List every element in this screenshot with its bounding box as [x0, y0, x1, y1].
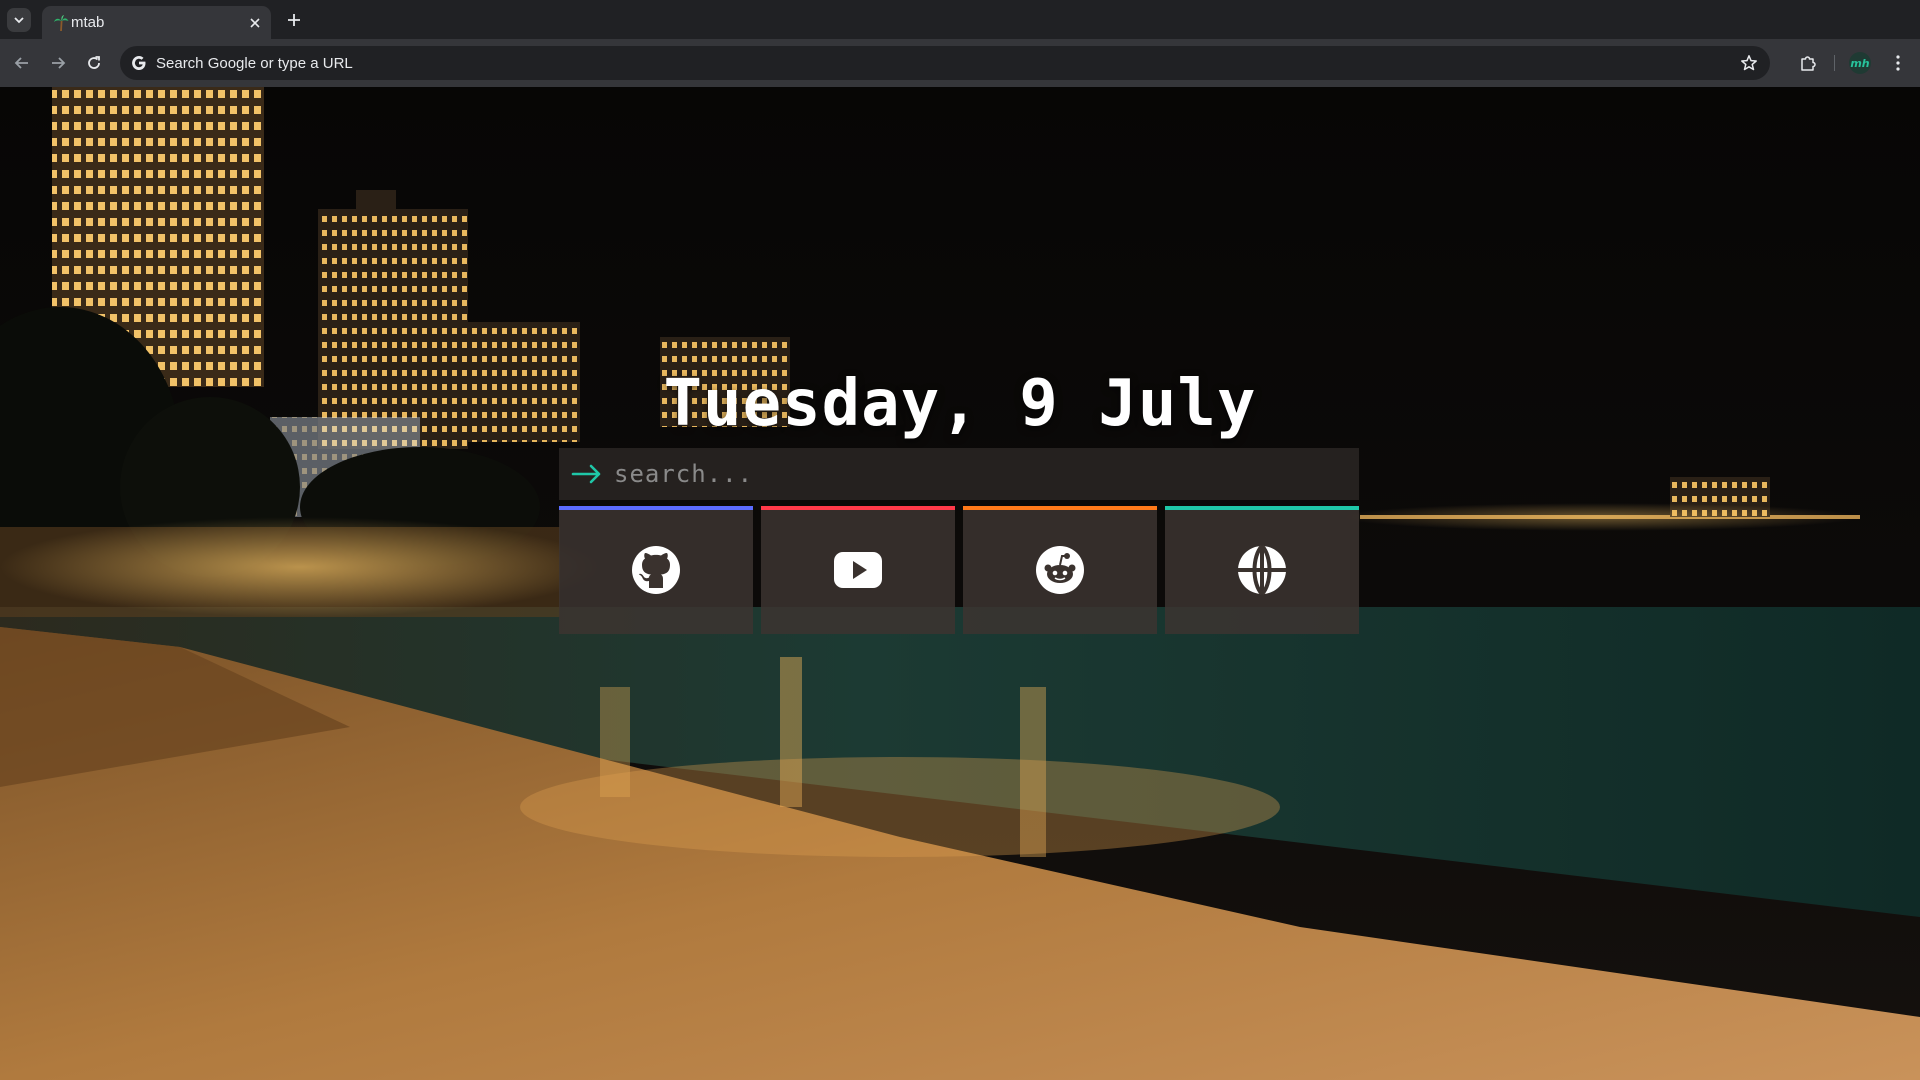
browser-toolbar: mh [0, 39, 1920, 87]
kebab-menu-icon [1896, 55, 1900, 71]
tab-close-button[interactable] [246, 14, 264, 32]
date-heading: Tuesday, 9 July [663, 367, 1257, 441]
search-bar[interactable] [559, 448, 1359, 500]
bookmark-youtube[interactable] [761, 506, 955, 634]
back-button[interactable] [10, 51, 34, 75]
google-icon [132, 56, 146, 70]
reddit-icon [1036, 546, 1084, 594]
bookmark-website[interactable] [1165, 506, 1359, 634]
puzzle-piece-icon [1801, 56, 1816, 71]
profile-initials: mh [1850, 56, 1870, 70]
github-icon [632, 546, 680, 594]
address-bar[interactable] [120, 46, 1770, 80]
palm-tree-icon [54, 15, 69, 32]
bookmark-accent-bar [559, 506, 753, 510]
active-tab[interactable]: mtab [42, 6, 271, 39]
chevron-down-icon [14, 17, 24, 24]
bookmark-reddit[interactable] [963, 506, 1157, 634]
tab-search-button[interactable] [7, 8, 31, 32]
profile-avatar[interactable]: mh [1849, 52, 1871, 74]
bookmark-star-icon[interactable] [1740, 54, 1758, 72]
reload-button[interactable] [82, 51, 106, 75]
bookmark-github[interactable] [559, 506, 753, 634]
new-tab-button[interactable] [282, 8, 306, 32]
youtube-icon [834, 552, 882, 588]
back-arrow-icon [14, 57, 28, 69]
tab-strip: mtab [0, 0, 1920, 39]
reload-icon [88, 56, 100, 69]
bookmark-accent-bar [761, 506, 955, 510]
bookmark-accent-bar [1165, 506, 1359, 510]
address-input[interactable] [156, 46, 1716, 80]
toolbar-divider [1834, 55, 1835, 71]
forward-button[interactable] [46, 51, 70, 75]
globe-icon [1238, 544, 1286, 596]
forward-arrow-icon [52, 57, 66, 69]
menu-button[interactable] [1886, 51, 1910, 75]
search-input[interactable] [614, 448, 1334, 500]
bookmark-accent-bar [963, 506, 1157, 510]
arrow-right-icon [571, 464, 601, 484]
tab-title: mtab [71, 14, 105, 31]
extensions-button[interactable] [1796, 51, 1820, 75]
new-tab-page: Tuesday, 9 July [0, 87, 1920, 1080]
bookmark-grid [559, 506, 1359, 634]
plus-icon [288, 14, 300, 26]
close-icon [250, 18, 260, 28]
